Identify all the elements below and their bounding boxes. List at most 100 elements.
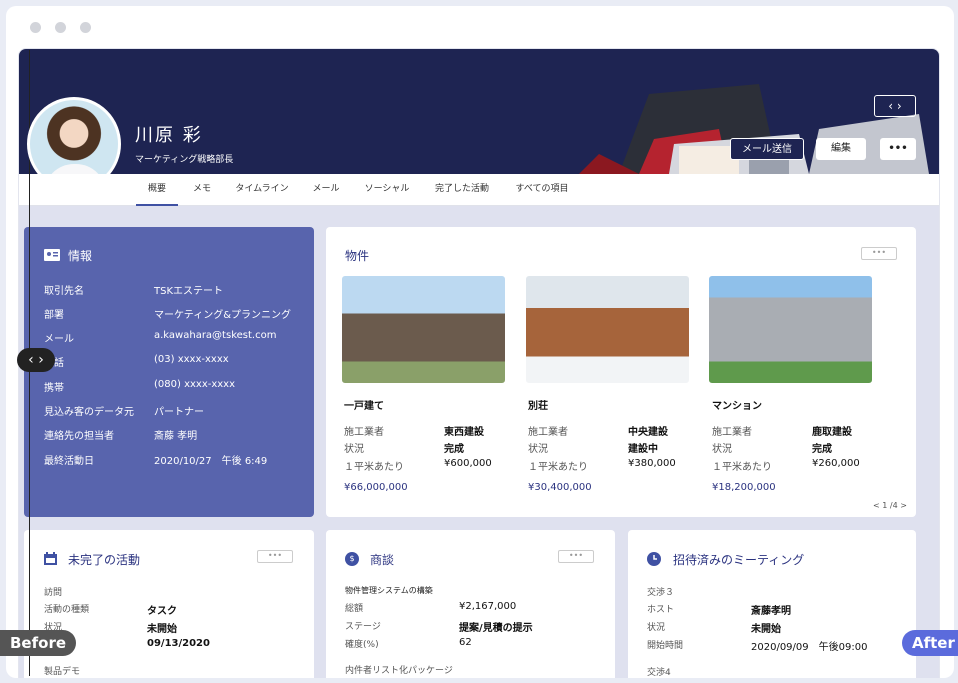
property-image-apartment[interactable] <box>709 276 872 383</box>
info-label: 携帯 <box>44 383 64 394</box>
contact-name: 川原 彩 <box>135 125 203 146</box>
tab-timeline[interactable]: タイムライン <box>231 174 293 206</box>
activity-value: 09/13/2020 <box>147 638 210 649</box>
tab-notes[interactable]: メモ <box>187 174 217 206</box>
info-label: 見込み客のデータ元 <box>44 407 134 418</box>
meeting-group[interactable]: 交渉4 <box>647 665 671 678</box>
deal-name[interactable]: 内件者リスト化パッケージ <box>345 663 453 676</box>
info-value: 斎藤 孝明 <box>154 431 198 442</box>
clock-icon <box>647 552 661 566</box>
tab-all-items[interactable]: すべての項目 <box>509 174 575 206</box>
builder-value: 中央建設 <box>628 427 668 438</box>
window-dot <box>30 22 41 33</box>
meeting-value: 斎藤孝明 <box>751 606 791 617</box>
activity-group: 製品デモ <box>44 667 81 677</box>
status-value: 完成 <box>812 444 832 455</box>
comparison-slider-handle[interactable]: ‹ › <box>17 348 55 372</box>
builder-label: 施工業者 <box>528 427 568 438</box>
total-price: ¥18,200,000 <box>712 482 776 493</box>
info-value: TSKエステート <box>154 286 224 297</box>
info-label: メール <box>44 334 74 345</box>
edit-button[interactable]: 編集 <box>816 138 866 160</box>
deal-label: 確度(%) <box>345 640 379 650</box>
tab-completed-activities[interactable]: 完了した活動 <box>429 174 495 206</box>
info-value: (03) xxxx-xxxx <box>154 354 229 365</box>
app-window: 川原 彩 マーケティング戦略部長 ‹ › メール送信 編集 ••• 概要 メモ … <box>6 6 954 678</box>
id-card-icon <box>44 249 60 261</box>
deal-value: 62 <box>459 637 472 648</box>
deals-title: 商談 <box>370 553 395 567</box>
unit-price: ¥260,000 <box>812 458 860 469</box>
unit-price: ¥600,000 <box>444 458 492 469</box>
tab-social[interactable]: ソーシャル <box>359 174 415 206</box>
status-label: 状況 <box>712 444 732 455</box>
unit-price: ¥380,000 <box>628 458 676 469</box>
info-value: パートナー <box>154 407 204 418</box>
status-value: 完成 <box>444 444 464 455</box>
info-title: 情報 <box>68 249 93 263</box>
contact-role: マーケティング戦略部長 <box>135 155 234 165</box>
calendar-icon <box>44 552 57 565</box>
meeting-value: 2020/09/09 午後09:00 <box>751 642 868 653</box>
send-email-button[interactable]: メール送信 <box>730 138 804 160</box>
record-nav-arrows[interactable]: ‹ › <box>874 95 916 117</box>
builder-value: 東西建設 <box>444 427 484 438</box>
info-value: 2020/10/27 午後 6:49 <box>154 456 268 467</box>
deals-panel: $ 商談 ••• 物件管理システムの構築 総額 ¥2,167,000 ステージ … <box>326 530 615 678</box>
total-price: ¥30,400,000 <box>528 482 592 493</box>
meetings-panel: 招待済みのミーティング 交渉３ ホスト 斎藤孝明 状況 未開始 開始時間 202… <box>628 530 916 678</box>
tab-email[interactable]: メール <box>307 174 345 206</box>
more-button[interactable]: ••• <box>558 550 594 563</box>
deal-label: ステージ <box>345 622 381 632</box>
meetings-title: 招待済みのミーティング <box>673 553 805 567</box>
activities-panel: 未完了の活動 ••• 訪問 活動の種類 タスク 状況 未開始 期日 09/13/… <box>24 530 314 678</box>
info-label: 部署 <box>44 310 64 321</box>
deal-label: 総額 <box>345 604 364 614</box>
profile-header: 川原 彩 マーケティング戦略部長 ‹ › メール送信 編集 ••• <box>19 49 939 174</box>
avatar <box>27 97 121 174</box>
deal-value: 提案/見積の提示 <box>459 623 533 634</box>
info-label: 最終活動日 <box>44 456 94 467</box>
meeting-value: 未開始 <box>751 624 781 635</box>
builder-value: 鹿取建設 <box>812 427 852 438</box>
properties-title: 物件 <box>345 249 370 263</box>
more-button[interactable]: ••• <box>861 247 897 260</box>
window-dot <box>55 22 66 33</box>
status-value: 建設中 <box>628 444 658 455</box>
property-image-house[interactable] <box>342 276 505 383</box>
activity-group: 訪問 <box>44 588 63 598</box>
info-panel: 情報 取引先名 TSKエステート 部署 マーケティング&プランニング メール a… <box>24 227 314 517</box>
activity-value: 未開始 <box>147 624 177 635</box>
meeting-group[interactable]: 交渉３ <box>647 585 674 598</box>
more-button[interactable]: ••• <box>257 550 293 563</box>
more-actions-button[interactable]: ••• <box>880 138 916 160</box>
before-label: Before <box>0 630 77 656</box>
property-name[interactable]: マンション <box>712 397 762 412</box>
property-name[interactable]: 別荘 <box>528 397 548 412</box>
activities-title: 未完了の活動 <box>68 553 141 567</box>
property-image-villa[interactable] <box>526 276 689 383</box>
unit-label: １平米あたり <box>528 462 588 473</box>
status-label: 状況 <box>528 444 548 455</box>
window-dot <box>80 22 91 33</box>
pagination[interactable]: < 1 /4 > <box>873 501 907 510</box>
unit-label: １平米あたり <box>712 462 772 473</box>
activity-label: 活動の種類 <box>44 605 90 615</box>
activity-value: タスク <box>147 606 177 617</box>
dollar-icon: $ <box>345 552 359 566</box>
info-value: マーケティング&プランニング <box>154 310 291 321</box>
deal-name[interactable]: 物件管理システムの構築 <box>345 585 433 596</box>
tab-bar: 概要 メモ タイムライン メール ソーシャル 完了した活動 すべての項目 <box>19 174 939 206</box>
property-name[interactable]: 一戸建て <box>344 397 384 412</box>
tab-overview[interactable]: 概要 <box>136 174 178 206</box>
unit-label: １平米あたり <box>344 462 404 473</box>
status-label: 状況 <box>344 444 364 455</box>
info-value[interactable]: a.kawahara@tskest.com <box>154 330 276 341</box>
info-label: 連絡先の担当者 <box>44 431 114 442</box>
after-label: After <box>902 630 958 656</box>
meeting-label: 開始時間 <box>647 641 684 651</box>
meeting-label: 状況 <box>647 623 666 633</box>
total-price: ¥66,000,000 <box>344 482 408 493</box>
info-value: (080) xxxx-xxxx <box>154 379 236 390</box>
info-label: 取引先名 <box>44 286 84 297</box>
